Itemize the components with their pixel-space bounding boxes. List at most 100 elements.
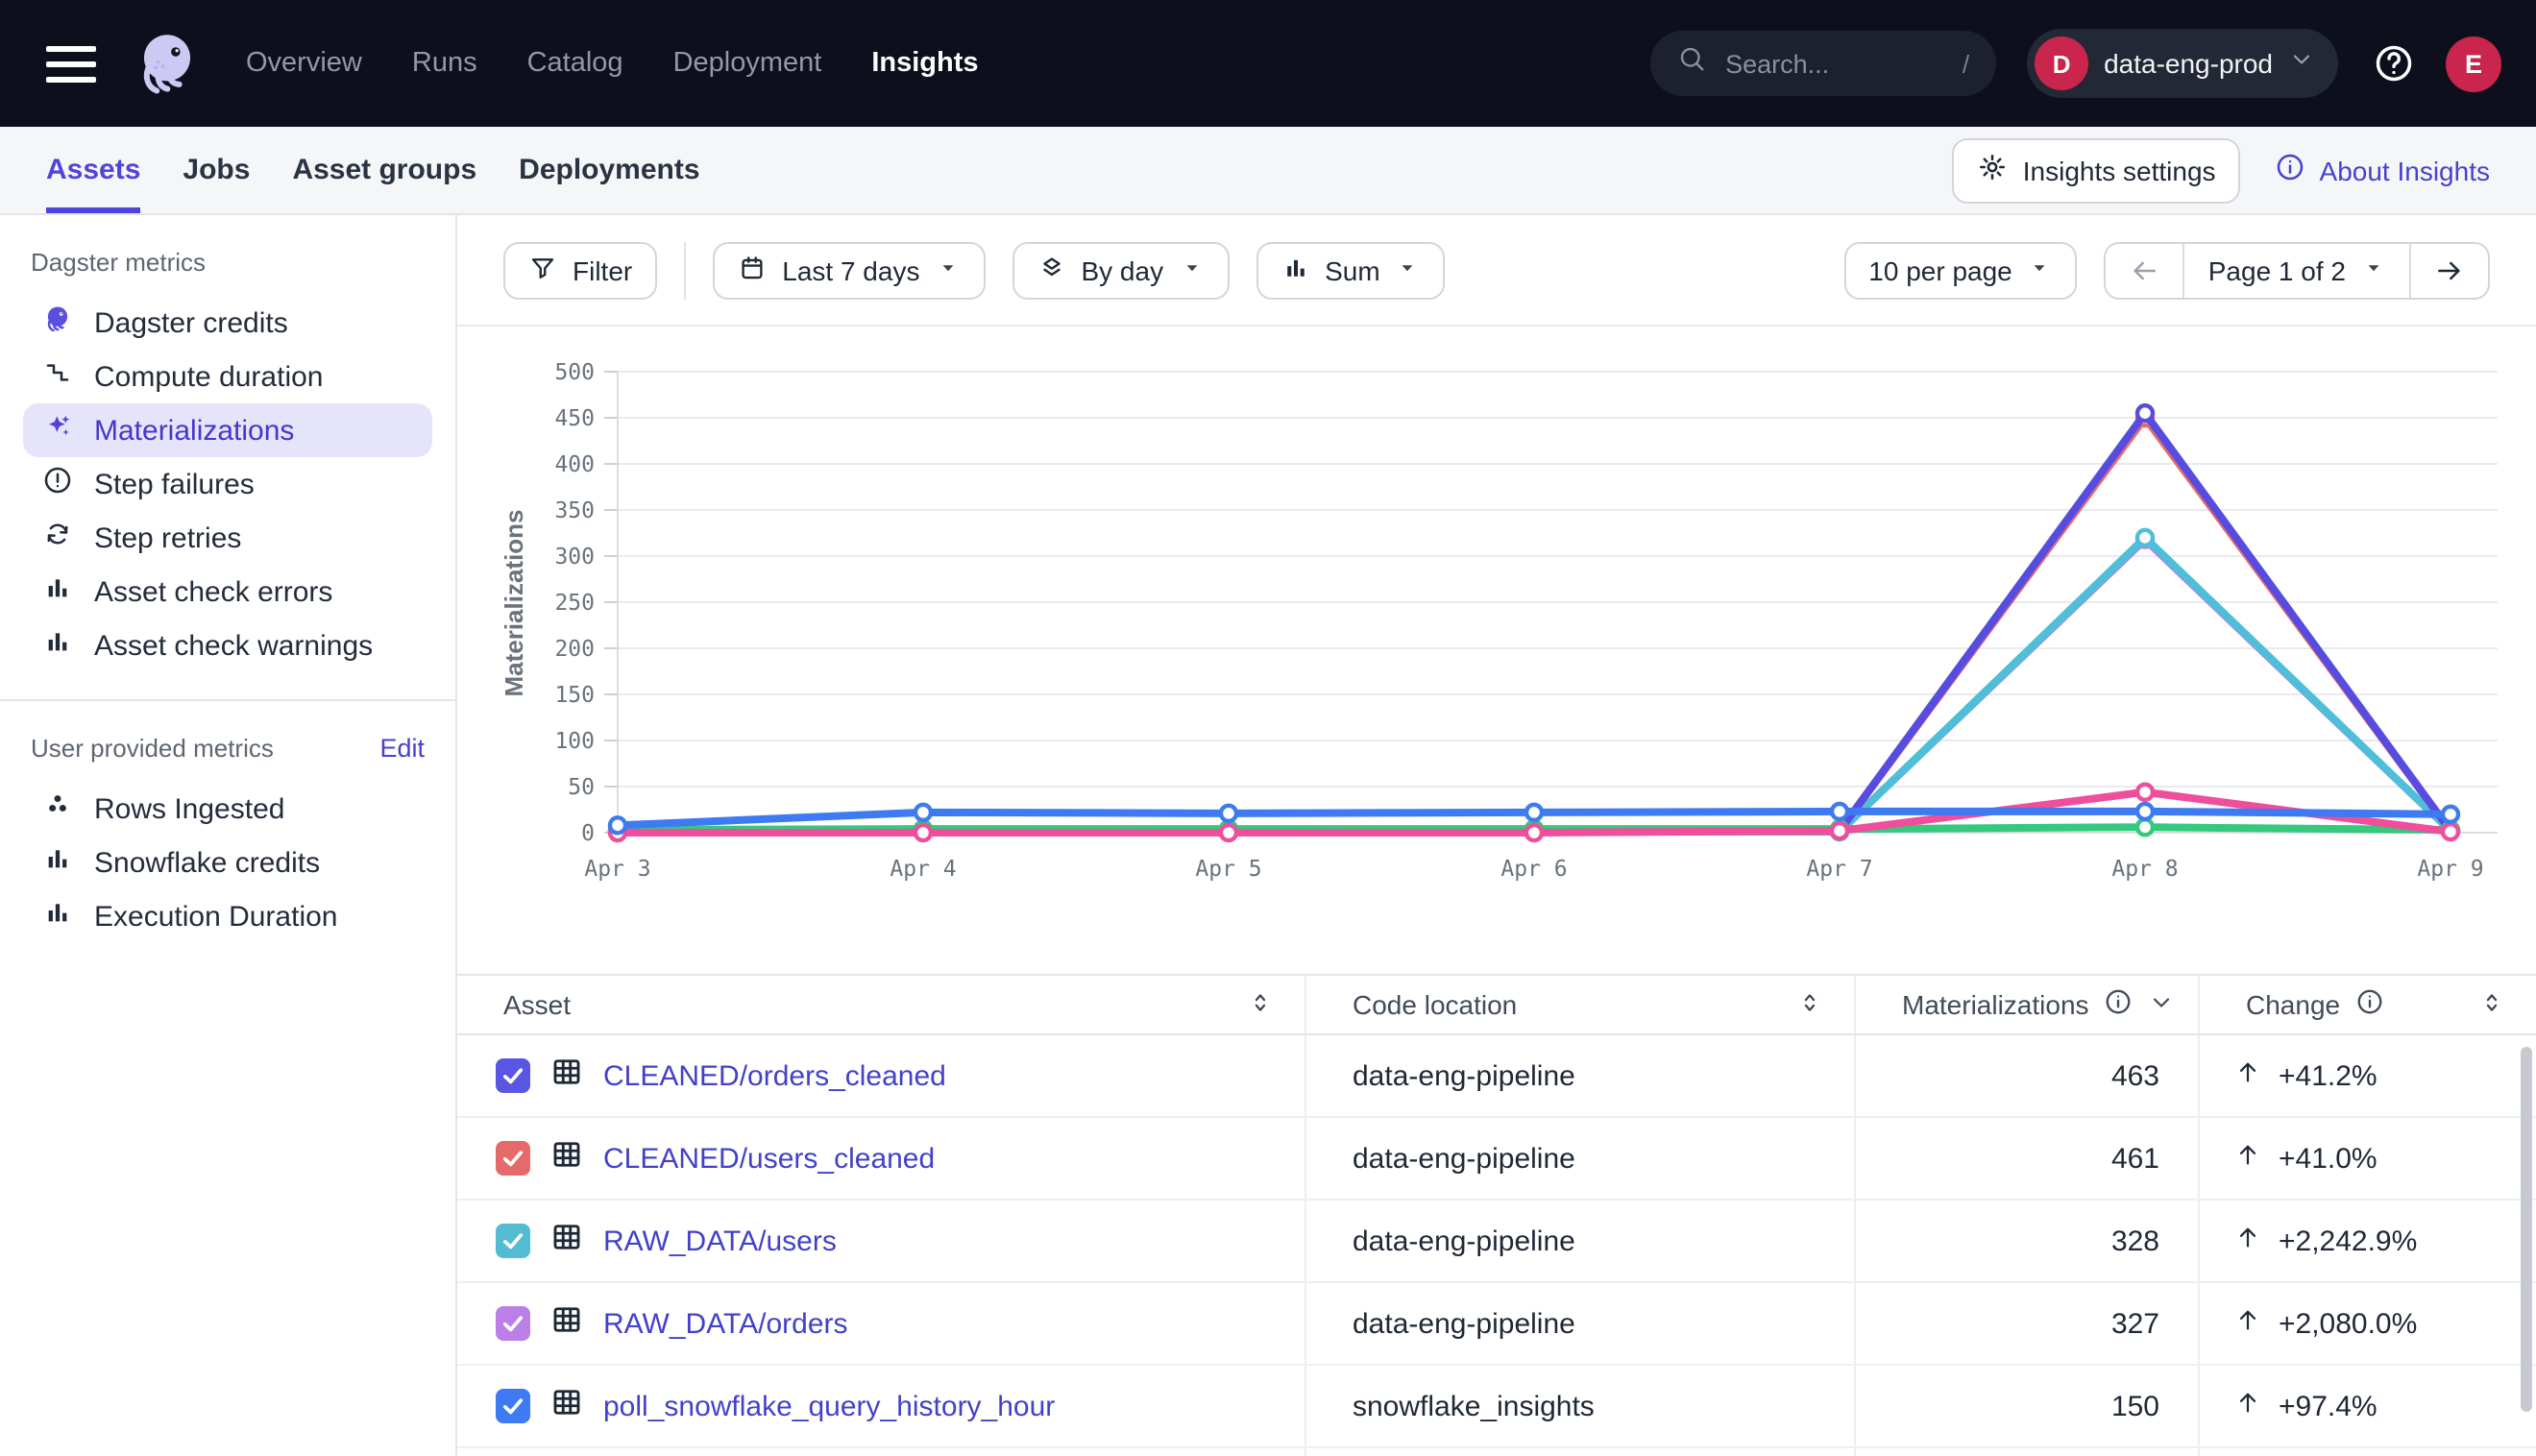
search-input[interactable]	[1721, 47, 1947, 80]
point-asset-pink-partial-row-6[interactable]	[2443, 824, 2458, 839]
global-search[interactable]: /	[1650, 31, 1996, 96]
column-header-materializations[interactable]: Materializations	[1856, 976, 2200, 1033]
granularity-button[interactable]: By day	[1012, 241, 1229, 299]
layers-icon	[1036, 253, 1065, 287]
insights-tabs: Assets Jobs Asset groups Deployments	[46, 127, 700, 213]
nav-runs[interactable]: Runs	[412, 48, 477, 79]
nav-insights[interactable]: Insights	[871, 48, 978, 79]
sidebar-item-step-retries[interactable]: Step retries	[23, 511, 432, 565]
dagster-octopus-icon	[131, 27, 204, 100]
edit-metrics-link[interactable]: Edit	[379, 733, 425, 762]
row-checkbox[interactable]	[496, 1141, 530, 1176]
hamburger-menu-icon[interactable]	[46, 38, 96, 88]
point-poll-snowflake-query-history-hour-5[interactable]	[2137, 804, 2153, 819]
arrow-up-icon	[2234, 1058, 2261, 1093]
asset-link[interactable]: RAW_DATA/orders	[603, 1307, 848, 1340]
bars-icon	[42, 897, 73, 935]
code-location-cell: snowflake_insights	[1306, 1366, 1856, 1446]
table-scrollbar-thumb[interactable]	[2521, 1047, 2532, 1412]
tab-jobs[interactable]: Jobs	[183, 127, 250, 213]
tab-assets[interactable]: Assets	[46, 127, 140, 213]
point-asset-pink-partial-row-5[interactable]	[2137, 785, 2153, 800]
caret-down-icon	[2028, 255, 2053, 285]
change-cell: +97.4%	[2200, 1366, 2536, 1446]
point-asset-pink-partial-row-1[interactable]	[915, 825, 931, 840]
svg-text:Apr 9: Apr 9	[2417, 857, 2483, 882]
point-poll-snowflake-query-history-hour-3[interactable]	[1526, 805, 1542, 820]
next-page-button[interactable]	[2411, 243, 2488, 297]
tab-deployments[interactable]: Deployments	[519, 127, 699, 213]
date-range-label: Last 7 days	[782, 255, 919, 285]
asset-link[interactable]: RAW_DATA/users	[603, 1225, 837, 1257]
help-button[interactable]	[2373, 42, 2415, 85]
row-checkbox[interactable]	[496, 1389, 530, 1423]
point-poll-snowflake-query-history-hour-0[interactable]	[610, 817, 625, 833]
dagster-logo-icon[interactable]	[131, 27, 204, 100]
column-header-code-location[interactable]: Code location	[1306, 976, 1856, 1033]
info-icon[interactable]	[2355, 987, 2384, 1022]
info-icon[interactable]	[2105, 987, 2134, 1022]
insights-settings-button[interactable]: Insights settings	[1952, 137, 2241, 203]
svg-text:100: 100	[554, 729, 595, 754]
point-asset-green-offscreen-row-5[interactable]	[2137, 819, 2153, 835]
sort-desc-icon[interactable]	[2149, 988, 2176, 1021]
point-asset-pink-partial-row-2[interactable]	[1221, 825, 1236, 840]
sidebar-item-compute-duration[interactable]: Compute duration	[23, 350, 432, 403]
nav-deployment[interactable]: Deployment	[673, 48, 822, 79]
sidebar-item-step-failures[interactable]: Step failures	[23, 457, 432, 511]
asset-link[interactable]: CLEANED/orders_cleaned	[603, 1059, 946, 1092]
point-poll-snowflake-query-history-hour-2[interactable]	[1221, 806, 1236, 821]
bar-chart-icon	[1280, 253, 1309, 287]
page-select-button[interactable]: Page 1 of 2	[2185, 243, 2409, 297]
column-header-asset[interactable]: Asset	[457, 976, 1306, 1033]
prev-page-button[interactable]	[2107, 243, 2183, 297]
gear-icon	[1977, 152, 2008, 182]
per-page-button[interactable]: 10 per page	[1843, 241, 2077, 299]
check-icon	[500, 1310, 526, 1337]
point-raw-data-users-5[interactable]	[2137, 530, 2153, 546]
point-poll-snowflake-query-history-hour-4[interactable]	[1832, 804, 1847, 819]
row-checkbox[interactable]	[496, 1058, 530, 1093]
deployment-switcher[interactable]: D data-eng-prod	[2027, 29, 2338, 98]
sidebar-item-dagster-credits[interactable]: Dagster credits	[23, 296, 432, 350]
column-header-change[interactable]: Change	[2200, 976, 2536, 1033]
line-chart-svg: 050100150200250300350400450500Apr 3Apr 4…	[496, 353, 2536, 910]
user-avatar[interactable]: E	[2446, 36, 2501, 91]
asset-link[interactable]: CLEANED/users_cleaned	[603, 1142, 935, 1175]
sidebar-item-snowflake-credits[interactable]: Snowflake credits	[23, 836, 432, 889]
nav-overview[interactable]: Overview	[246, 48, 362, 79]
sidebar-item-rows-ingested[interactable]: Rows Ingested	[23, 782, 432, 836]
sidebar-item-asset-check-warnings[interactable]: Asset check warnings	[23, 619, 432, 672]
arrowleft-icon	[2130, 255, 2160, 285]
svg-text:250: 250	[554, 591, 595, 616]
filter-button[interactable]: Filter	[503, 241, 657, 299]
sidebar-item-materializations[interactable]: Materializations	[23, 403, 432, 457]
change-cell: +2,242.9%	[2200, 1201, 2536, 1281]
tablegrid-icon	[549, 1385, 584, 1420]
point-cleaned-orders-cleaned-5[interactable]	[2137, 405, 2153, 421]
svg-text:Materializations: Materializations	[500, 509, 528, 696]
about-insights-link[interactable]: About Insights	[2276, 152, 2490, 188]
asset-link[interactable]: poll_snowflake_query_history_hour	[603, 1390, 1055, 1422]
row-checkbox[interactable]	[496, 1224, 530, 1258]
tab-asset-groups[interactable]: Asset groups	[292, 127, 476, 213]
granularity-label: By day	[1081, 255, 1163, 285]
point-poll-snowflake-query-history-hour-6[interactable]	[2443, 807, 2458, 822]
sort-icon[interactable]	[1796, 988, 1823, 1021]
sidebar-item-execution-duration[interactable]: Execution Duration	[23, 889, 432, 943]
row-checkbox[interactable]	[496, 1306, 530, 1341]
sort-icon[interactable]	[1247, 988, 1274, 1021]
sidebar-item-asset-check-errors[interactable]: Asset check errors	[23, 565, 432, 619]
nav-catalog[interactable]: Catalog	[527, 48, 623, 79]
point-poll-snowflake-query-history-hour-1[interactable]	[915, 805, 931, 820]
aggregation-button[interactable]: Sum	[1256, 241, 1446, 299]
octopus-icon	[42, 303, 73, 334]
sort-icon[interactable]	[2478, 988, 2505, 1021]
date-range-button[interactable]: Last 7 days	[713, 241, 985, 299]
point-asset-pink-partial-row-3[interactable]	[1526, 825, 1542, 840]
materializations-value: 47	[1856, 1448, 2200, 1456]
sidebar-section-header: Dagster metrics	[0, 242, 455, 280]
gear-icon	[1977, 152, 2008, 188]
tablegrid-icon	[549, 1220, 584, 1254]
point-asset-pink-partial-row-4[interactable]	[1832, 823, 1847, 838]
